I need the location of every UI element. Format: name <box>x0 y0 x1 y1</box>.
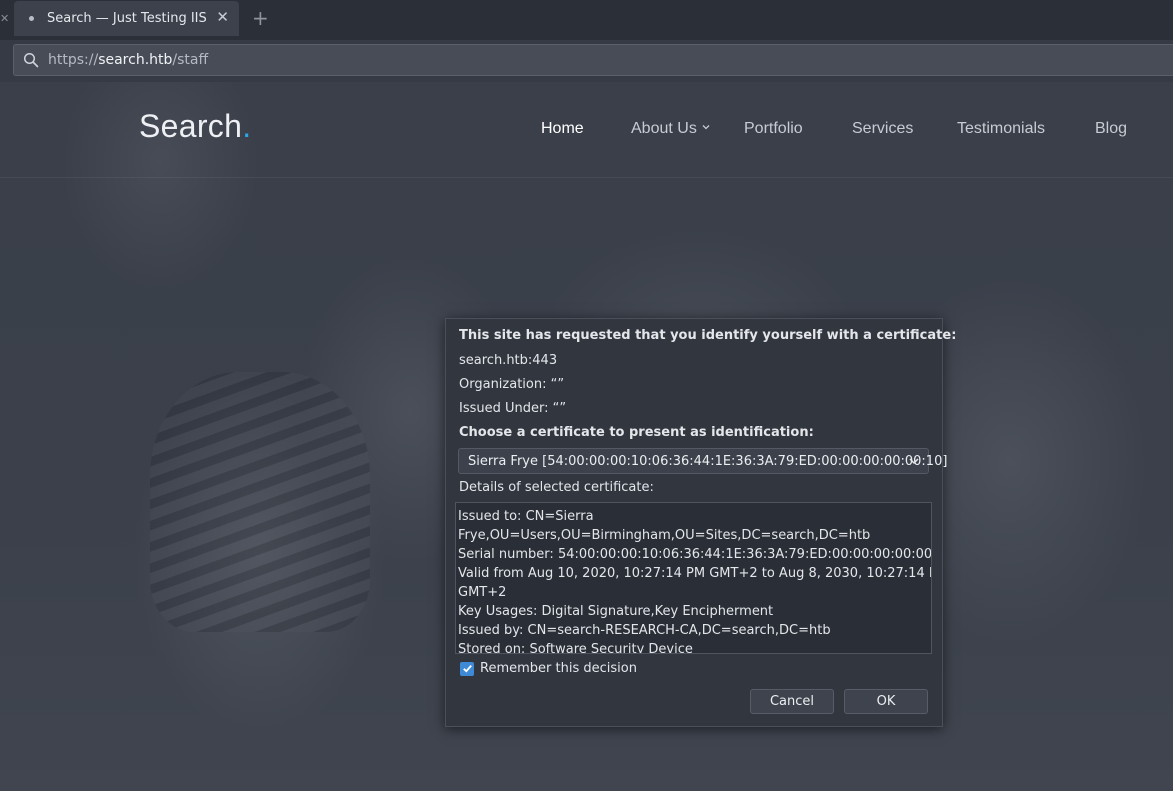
dialog-heading: This site has requested that you identif… <box>459 328 957 343</box>
dialog-organization: Organization: “” <box>459 377 565 392</box>
tab-title: Search — Just Testing IIS <box>47 11 207 26</box>
tab-bar: ✕ Search — Just Testing IIS ✕ + <box>0 0 1173 40</box>
remember-checkbox[interactable] <box>460 661 474 676</box>
certificate-details[interactable]: Issued to: CN=Sierra Frye,OU=Users,OU=Bi… <box>455 502 932 654</box>
nav-item-about-us-label: About Us <box>631 120 697 137</box>
details-line: Issued to: CN=Sierra <box>458 509 594 524</box>
background-photo <box>150 372 370 632</box>
cancel-button[interactable]: Cancel <box>750 689 834 714</box>
details-label: Details of selected certificate: <box>459 480 654 495</box>
search-icon <box>23 52 39 68</box>
details-line: GMT+2 <box>458 585 507 600</box>
dialog-issued-under: Issued Under: “” <box>459 401 567 416</box>
navigation-bar: https://search.htb/staff <box>0 40 1173 82</box>
chevron-down-icon <box>909 458 919 465</box>
url-bar[interactable]: https://search.htb/staff <box>13 44 1173 76</box>
certificate-dialog: This site has requested that you identif… <box>445 318 956 727</box>
tab-active[interactable]: Search — Just Testing IIS ✕ <box>14 1 239 36</box>
dialog-host: search.htb:443 <box>459 353 558 368</box>
nav-item-services[interactable]: Services <box>852 120 913 138</box>
nav-item-about-us[interactable]: About Us <box>631 120 711 138</box>
url-scheme: https:// <box>48 52 99 68</box>
new-tab-icon[interactable]: + <box>252 7 269 29</box>
nav-item-testimonials[interactable]: Testimonials <box>957 120 1045 138</box>
checkmark-icon <box>462 665 472 673</box>
nav-divider <box>0 177 1173 178</box>
details-line: Frye,OU=Users,OU=Birmingham,OU=Sites,DC=… <box>458 528 871 543</box>
tab-edge-close-icon[interactable]: ✕ <box>0 12 9 25</box>
details-line: Valid from Aug 10, 2020, 10:27:14 PM GMT… <box>458 566 932 581</box>
nav-item-portfolio[interactable]: Portfolio <box>744 120 803 138</box>
url-path: /staff <box>172 52 209 68</box>
remember-decision: Remember this decision <box>460 661 637 676</box>
certificate-select-value: Sierra Frye [54:00:00:00:10:06:36:44:1E:… <box>468 453 948 469</box>
nav-item-blog[interactable]: Blog <box>1095 120 1127 138</box>
details-line: Stored on: Software Security Device <box>458 642 693 654</box>
url-host: search.htb <box>98 52 173 68</box>
ok-button[interactable]: OK <box>844 689 928 714</box>
site-nav: Home About Us Portfolio Services Testimo… <box>0 120 1173 144</box>
tab-close-icon[interactable]: ✕ <box>216 9 229 25</box>
nav-item-home[interactable]: Home <box>541 120 584 138</box>
choose-label: Choose a certificate to present as ident… <box>459 425 814 440</box>
details-line: Serial number: 54:00:00:00:10:06:36:44:1… <box>458 547 932 562</box>
chevron-down-icon <box>702 125 710 130</box>
details-line: Key Usages: Digital Signature,Key Enciph… <box>458 604 774 619</box>
url-text: https://search.htb/staff <box>48 52 208 68</box>
details-line: Issued by: CN=search-RESEARCH-CA,DC=sear… <box>458 623 831 638</box>
favicon-icon <box>29 16 34 21</box>
remember-label: Remember this decision <box>480 661 637 676</box>
certificate-select[interactable]: Sierra Frye [54:00:00:00:10:06:36:44:1E:… <box>458 448 947 474</box>
